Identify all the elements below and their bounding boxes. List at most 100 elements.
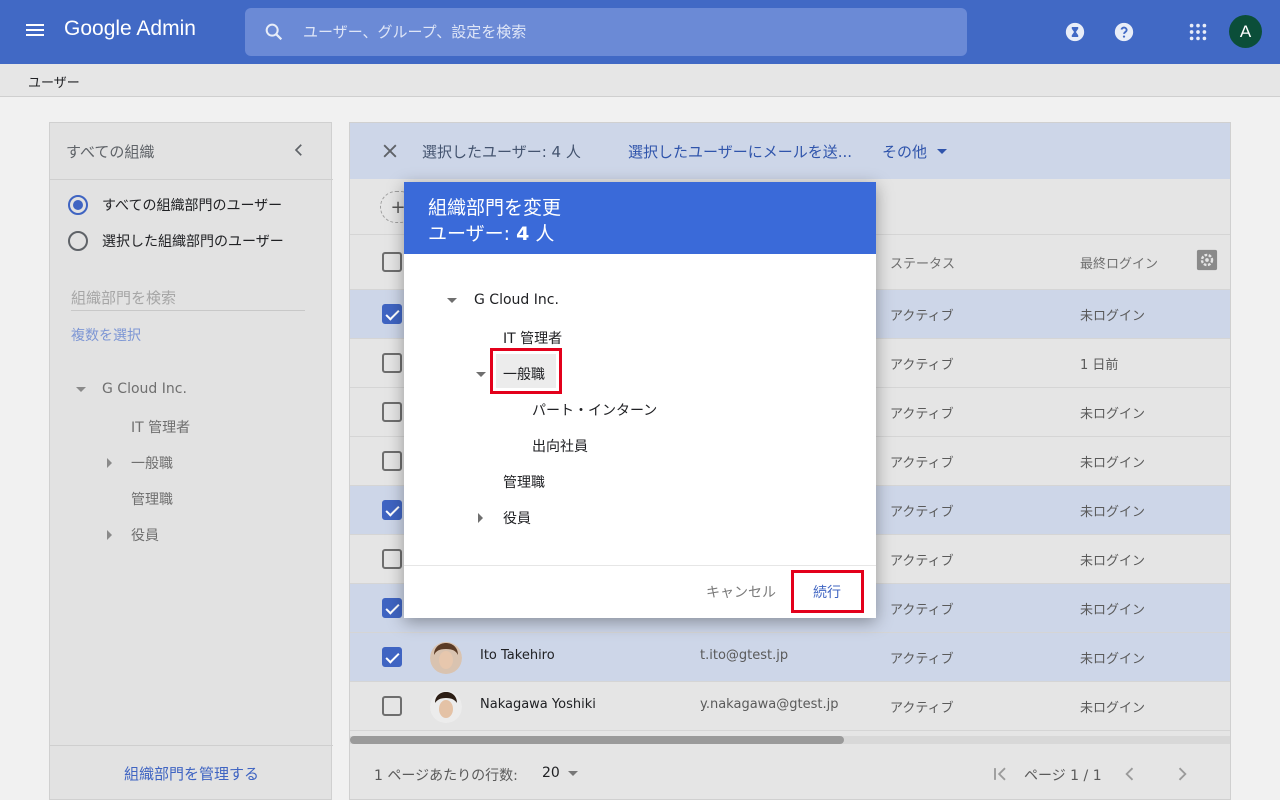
hourglass-icon[interactable] bbox=[1064, 21, 1086, 43]
rows-per-page-select[interactable]: 20 bbox=[542, 765, 578, 781]
chevron-left-icon[interactable] bbox=[290, 141, 308, 159]
row-checkbox[interactable] bbox=[382, 696, 402, 716]
expand-arrow-icon[interactable] bbox=[107, 458, 112, 468]
hamburger-menu-icon[interactable] bbox=[24, 21, 46, 43]
radio-label: 選択した組織部門のユーザー bbox=[102, 234, 284, 250]
tree-label: 役員 bbox=[503, 511, 531, 527]
scrollbar-thumb[interactable] bbox=[350, 736, 844, 744]
dialog-header: 組織部門を変更 ユーザー: 4 人 bbox=[404, 182, 876, 254]
apps-grid-icon[interactable] bbox=[1187, 21, 1209, 43]
chevron-left-icon[interactable] bbox=[1120, 764, 1140, 784]
expand-arrow-icon[interactable] bbox=[476, 371, 486, 377]
radio-unchecked-icon[interactable] bbox=[68, 231, 88, 251]
status-cell: アクティブ bbox=[890, 603, 954, 618]
divider bbox=[50, 745, 333, 746]
breadcrumb[interactable]: ユーザー bbox=[28, 72, 80, 91]
account-avatar[interactable]: A bbox=[1229, 15, 1262, 48]
selection-bar: 選択したユーザー: 4 人 選択したユーザーにメールを送... その他 bbox=[350, 123, 1230, 179]
breadcrumb-bar: ユーザー bbox=[0, 64, 1280, 97]
status-cell: アクティブ bbox=[890, 554, 954, 569]
column-header-status[interactable]: ステータス bbox=[890, 253, 955, 272]
help-icon[interactable] bbox=[1113, 21, 1135, 43]
gear-icon[interactable] bbox=[1196, 249, 1218, 271]
chevron-right-icon[interactable] bbox=[1172, 764, 1192, 784]
tree-label: 一般職 bbox=[503, 367, 545, 383]
tree-label: 役員 bbox=[131, 528, 159, 544]
status-cell: アクティブ bbox=[890, 505, 954, 520]
cancel-button[interactable]: キャンセル bbox=[706, 582, 776, 602]
last-login-cell: 未ログイン bbox=[1080, 652, 1146, 667]
expand-arrow-icon[interactable] bbox=[447, 297, 457, 303]
subtitle-suffix: 人 bbox=[529, 223, 555, 245]
tree-label: 出向社員 bbox=[532, 439, 588, 455]
continue-button[interactable]: 続行 bbox=[813, 582, 841, 602]
row-checkbox[interactable] bbox=[382, 500, 402, 520]
tree-item-it-admin[interactable]: IT 管理者 bbox=[131, 417, 190, 437]
tree-label: IT 管理者 bbox=[503, 331, 563, 347]
status-cell: アクティブ bbox=[890, 652, 954, 667]
email-cell: y.nakagawa@gtest.jp bbox=[700, 697, 839, 712]
radio-checked-icon[interactable] bbox=[68, 195, 88, 215]
tree-label: 管理職 bbox=[131, 492, 173, 508]
expand-arrow-icon[interactable] bbox=[107, 530, 112, 540]
search-box[interactable] bbox=[245, 8, 967, 56]
dialog-subtitle: ユーザー: 4 人 bbox=[428, 219, 554, 246]
dialog-tree-executives[interactable]: 役員 bbox=[478, 508, 531, 528]
app-logo[interactable]: Google Admin bbox=[64, 17, 196, 41]
row-checkbox[interactable] bbox=[382, 451, 402, 471]
row-checkbox[interactable] bbox=[382, 402, 402, 422]
dialog-tree-management[interactable]: 管理職 bbox=[503, 472, 545, 492]
multi-select-link[interactable]: 複数を選択 bbox=[71, 325, 141, 345]
radio-all-org-units[interactable]: すべての組織部門のユーザー bbox=[68, 195, 282, 215]
top-app-bar: Google Admin A bbox=[0, 0, 1280, 64]
manage-org-units-link[interactable]: 組織部門を管理する bbox=[50, 763, 333, 784]
expand-arrow-icon[interactable] bbox=[76, 386, 86, 392]
column-header-last-login[interactable]: 最終ログイン bbox=[1080, 253, 1158, 272]
row-checkbox[interactable] bbox=[382, 353, 402, 373]
expand-arrow-icon[interactable] bbox=[478, 513, 483, 523]
table-row[interactable]: Ito Takehiro t.ito@gtest.jp アクティブ 未ログイン bbox=[350, 633, 1230, 682]
dialog-tree-general[interactable]: 一般職 bbox=[476, 364, 545, 384]
selection-count: 選択したユーザー: 4 人 bbox=[422, 143, 581, 161]
search-input[interactable] bbox=[303, 18, 943, 46]
select-all-checkbox[interactable] bbox=[382, 252, 402, 272]
last-login-cell: 未ログイン bbox=[1080, 456, 1146, 471]
dropdown-arrow-icon bbox=[567, 770, 578, 776]
name-cell[interactable]: Nakagawa Yoshiki bbox=[480, 697, 596, 712]
dialog-tree-root[interactable]: G Cloud Inc. bbox=[447, 292, 559, 308]
status-cell: アクティブ bbox=[890, 456, 954, 471]
more-actions-button[interactable]: その他 bbox=[882, 141, 948, 162]
last-login-cell: 未ログイン bbox=[1080, 505, 1146, 520]
name-cell[interactable]: Ito Takehiro bbox=[480, 648, 555, 663]
table-row[interactable]: Nakagawa Yoshiki y.nakagawa@gtest.jp アクテ… bbox=[350, 682, 1230, 731]
more-actions-label: その他 bbox=[882, 143, 928, 161]
dialog-tree-it-admin[interactable]: IT 管理者 bbox=[503, 328, 562, 348]
tree-label: G Cloud Inc. bbox=[474, 292, 559, 308]
dialog-tree-seconded[interactable]: 出向社員 bbox=[532, 436, 588, 456]
last-login-cell: 未ログイン bbox=[1080, 603, 1146, 618]
row-checkbox[interactable] bbox=[382, 549, 402, 569]
row-checkbox[interactable] bbox=[382, 598, 402, 618]
row-checkbox[interactable] bbox=[382, 647, 402, 667]
last-login-cell: 未ログイン bbox=[1080, 554, 1146, 569]
status-cell: アクティブ bbox=[890, 358, 954, 373]
tree-label: 一般職 bbox=[131, 456, 173, 472]
dialog-tree-part-intern[interactable]: パート・インターン bbox=[532, 400, 657, 420]
status-cell: アクティブ bbox=[890, 407, 954, 422]
row-checkbox[interactable] bbox=[382, 304, 402, 324]
subtitle-prefix: ユーザー: bbox=[428, 223, 517, 245]
tree-item-executives[interactable]: 役員 bbox=[107, 525, 159, 545]
org-unit-search-input[interactable] bbox=[71, 285, 305, 311]
close-icon[interactable] bbox=[380, 141, 400, 161]
radio-selected-org-units[interactable]: 選択した組織部門のユーザー bbox=[68, 231, 284, 251]
tree-item-management[interactable]: 管理職 bbox=[131, 489, 173, 509]
first-page-icon[interactable] bbox=[990, 764, 1010, 784]
last-login-cell: 未ログイン bbox=[1080, 701, 1146, 716]
rows-per-page-label: 1 ページあたりの行数: bbox=[374, 768, 518, 784]
tree-item-general[interactable]: 一般職 bbox=[107, 453, 173, 473]
email-selected-users-button[interactable]: 選択したユーザーにメールを送... bbox=[628, 141, 852, 162]
email-cell: t.ito@gtest.jp bbox=[700, 648, 789, 663]
user-avatar bbox=[430, 691, 462, 723]
divider bbox=[50, 179, 333, 180]
tree-item-root[interactable]: G Cloud Inc. bbox=[76, 381, 187, 397]
